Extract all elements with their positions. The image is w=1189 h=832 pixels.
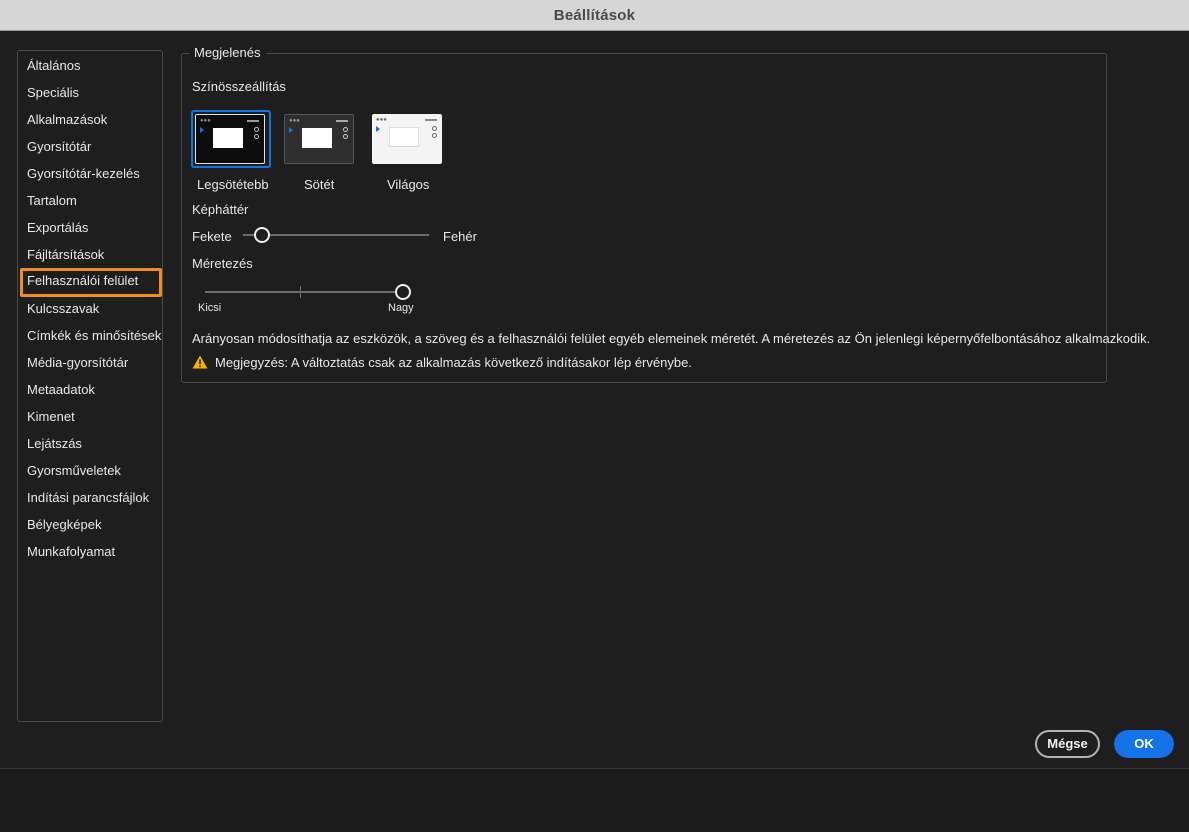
canvas-preview: [389, 127, 419, 147]
sidebar-item-output[interactable]: Kimenet: [20, 404, 162, 429]
theme-dark-option[interactable]: ●●●: [280, 110, 360, 168]
sidebar-item-file-associations[interactable]: Fájltársítások: [20, 242, 162, 267]
sidebar-item-playback[interactable]: Lejátszás: [20, 431, 162, 456]
scaling-min-label: Kicsi: [198, 302, 222, 314]
window-dots-icon: ●●●: [376, 117, 387, 123]
scaling-max-label: Nagy: [388, 302, 414, 314]
sidebar-item-content[interactable]: Tartalom: [20, 188, 162, 213]
pointer-icon: [289, 127, 293, 133]
panel-knobs-icon: [336, 127, 348, 141]
scaling-slider-tick: [300, 286, 301, 298]
appearance-group-title: Megjelenés: [189, 45, 266, 61]
sidebar-item-advanced[interactable]: Speciális: [20, 80, 162, 105]
theme-darkest-label: Legsötétebb: [197, 177, 269, 192]
sidebar-item-keywords[interactable]: Kulcsszavak: [20, 296, 162, 321]
color-scheme-label: Színösszeállítás: [192, 79, 286, 94]
title-bar: Beállítások: [0, 0, 1189, 31]
panel-bar: [247, 120, 259, 122]
scaling-slider-thumb[interactable]: [395, 284, 411, 300]
sidebar-item-workflow[interactable]: Munkafolyamat: [20, 539, 162, 564]
bottom-strip: [0, 768, 1189, 832]
pointer-icon: [376, 126, 380, 132]
sidebar-item-quick-actions[interactable]: Gyorsműveletek: [20, 458, 162, 483]
sidebar-item-interface[interactable]: Felhasználói felület: [20, 268, 162, 297]
panel-knobs-icon: [425, 126, 437, 140]
ok-button[interactable]: OK: [1114, 730, 1174, 758]
window-dots-icon: ●●●: [200, 118, 211, 124]
panel-bar: [425, 119, 437, 121]
theme-darkest-option[interactable]: ●●●: [191, 110, 271, 168]
dark-preview: ●●●: [284, 114, 354, 164]
warning-icon: [192, 355, 208, 369]
sidebar-item-media-cache[interactable]: Média-gyorsítótár: [20, 350, 162, 375]
image-background-label: Képháttér: [192, 202, 249, 217]
restart-note: Megjegyzés: A változtatás csak az alkalm…: [215, 355, 692, 370]
sidebar-item-general[interactable]: Általános: [20, 53, 162, 78]
panel-bar: [336, 120, 348, 122]
panel-knobs-icon: [247, 127, 259, 141]
cancel-button[interactable]: Mégse: [1035, 730, 1100, 758]
image-background-slider-track[interactable]: [243, 234, 429, 236]
canvas-preview: [213, 128, 243, 148]
image-background-max-label: Fehér: [443, 229, 477, 244]
window-dots-icon: ●●●: [289, 118, 300, 124]
theme-light-option[interactable]: ●●●: [368, 110, 448, 168]
sidebar-item-applications[interactable]: Alkalmazások: [20, 107, 162, 132]
sidebar-item-labels-ratings[interactable]: Címkék és minősítések: [20, 323, 162, 348]
sidebar-item-metadata[interactable]: Metaadatok: [20, 377, 162, 402]
pointer-icon: [200, 127, 204, 133]
sidebar-item-cache[interactable]: Gyorsítótár: [20, 134, 162, 159]
theme-dark-label: Sötét: [304, 177, 335, 192]
sidebar-item-export[interactable]: Exportálás: [20, 215, 162, 240]
sidebar-item-cache-management[interactable]: Gyorsítótár-kezelés: [20, 161, 162, 186]
light-preview: ●●●: [372, 114, 442, 164]
darkest-preview: ●●●: [195, 114, 265, 164]
scaling-label: Méretezés: [192, 256, 253, 271]
image-background-min-label: Fekete: [192, 229, 232, 244]
image-background-slider-thumb[interactable]: [254, 227, 270, 243]
scaling-description: Arányosan módosíthatja az eszközök, a sz…: [192, 331, 1151, 346]
sidebar-item-thumbnails[interactable]: Bélyegképek: [20, 512, 162, 537]
scaling-slider-track[interactable]: [205, 291, 397, 293]
theme-light-label: Világos: [387, 177, 430, 192]
canvas-preview: [302, 128, 332, 148]
sidebar-item-startup-scripts[interactable]: Indítási parancsfájlok: [20, 485, 162, 510]
preferences-sidebar: Általános Speciális Alkalmazások Gyorsít…: [17, 50, 163, 722]
window-title: Beállítások: [553, 7, 636, 24]
